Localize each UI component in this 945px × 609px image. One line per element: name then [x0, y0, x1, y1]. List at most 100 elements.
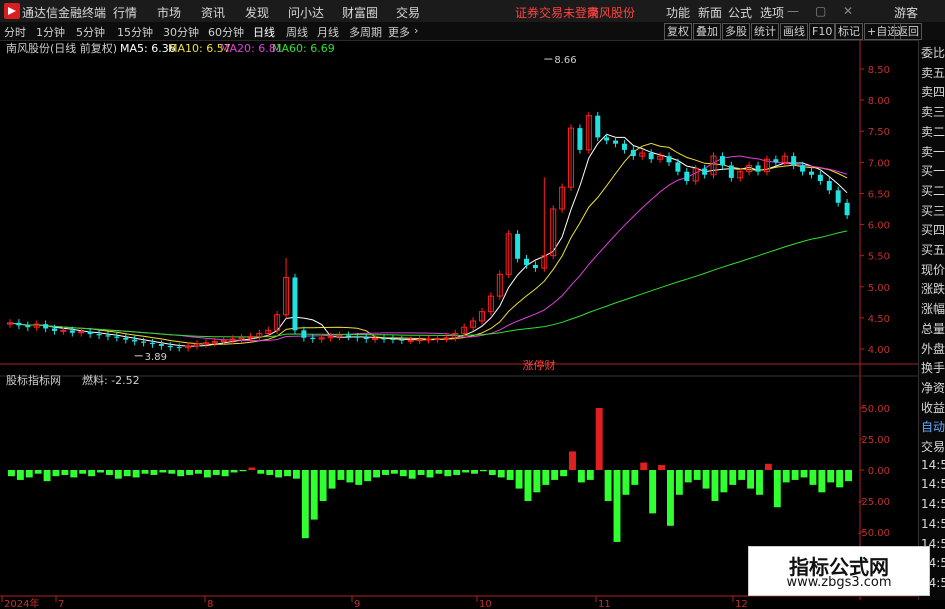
- indicator-bar-neg: [177, 470, 185, 477]
- period-30min[interactable]: 30分钟: [163, 24, 199, 40]
- candle-body-down: [630, 149, 636, 157]
- indicator-bar-neg: [114, 470, 122, 479]
- draw-line-button[interactable]: 画线: [780, 23, 808, 40]
- candle-body-down: [354, 336, 360, 338]
- period-1min[interactable]: 1分钟: [36, 24, 65, 40]
- candle-body-down: [595, 115, 601, 138]
- candle-body-down: [96, 334, 102, 336]
- candle-body-down: [301, 330, 307, 338]
- menu-formula[interactable]: 公式: [728, 4, 752, 21]
- close-icon[interactable]: ✕: [843, 4, 853, 18]
- time-tick-label: 7: [58, 599, 64, 609]
- candle-body-up: [443, 337, 450, 340]
- price-tick-label: 7.00: [868, 158, 890, 169]
- menu-trade[interactable]: 交易: [396, 4, 420, 21]
- candle-body-down: [390, 339, 396, 341]
- chart-area[interactable]: 8.50 8.00 7.50 7.00 6.50 6.00 5.50 5.00 4.50 4.00…: [0, 40, 918, 609]
- menu-wealth-circle[interactable]: 财富圈: [342, 4, 378, 21]
- back-button[interactable]: 返回: [894, 23, 922, 40]
- sidebar-item[interactable]: 自动: [921, 418, 945, 435]
- indicator-bar-neg: [328, 470, 336, 489]
- candle-body-down: [25, 325, 31, 328]
- candle-body-down: [648, 153, 654, 160]
- period-more[interactable]: 更多: [388, 24, 410, 40]
- menu-market-quotes[interactable]: 行情: [113, 4, 137, 21]
- indicator-bar-neg: [239, 470, 247, 472]
- price-tick-label: 6.50: [868, 189, 890, 200]
- sidebar-item: 14:50: [921, 477, 945, 492]
- candle-body-down: [755, 165, 761, 172]
- indicator-bar-neg: [453, 470, 461, 475]
- overlay-button[interactable]: 叠加: [693, 23, 721, 40]
- price-tick-label: 7.50: [868, 127, 890, 138]
- indicator-bar-neg: [123, 470, 131, 477]
- indicator-bar-neg: [613, 470, 621, 542]
- indicator-tick-label: 0.00: [868, 466, 890, 477]
- ma60-label: MA60: 6.69: [272, 42, 335, 55]
- sidebar-item: 净资: [921, 380, 945, 395]
- candle-body-down: [292, 277, 298, 331]
- menu-ask-xiaoda[interactable]: 问小达: [288, 4, 324, 21]
- indicator-bar-pos: [248, 467, 256, 470]
- candle-body-down: [16, 322, 22, 326]
- sidebar-item: 卖五: [921, 65, 945, 80]
- period-60min[interactable]: 60分钟: [208, 24, 244, 40]
- period-multi[interactable]: 多周期: [349, 24, 382, 40]
- candle-body-down: [167, 345, 173, 348]
- indicator-bar-neg: [435, 470, 443, 474]
- candle-body-down: [728, 165, 734, 178]
- price-tick-label: 8.50: [868, 65, 890, 76]
- period-intraday[interactable]: 分时: [4, 24, 26, 40]
- period-monthly[interactable]: 月线: [317, 24, 339, 40]
- high-label: 8.66: [554, 55, 576, 66]
- time-tick-label: 8: [207, 599, 213, 609]
- fuquan-button[interactable]: 复权: [664, 23, 692, 40]
- candle-body-up: [434, 337, 441, 340]
- indicator-bar-neg: [79, 470, 87, 474]
- guest-label[interactable]: 游客: [894, 4, 918, 21]
- f10-button[interactable]: F10: [809, 23, 836, 40]
- period-5min[interactable]: 5分钟: [76, 24, 105, 40]
- time-tick-label: 12: [735, 599, 748, 609]
- statistics-button[interactable]: 统计: [751, 23, 779, 40]
- watermark-url: www.zbgs3.com: [786, 575, 892, 590]
- watermark-box: 指标公式网 www.zbgs3.com: [748, 546, 930, 596]
- menu-news[interactable]: 资讯: [201, 4, 225, 21]
- candle-body-down: [800, 165, 806, 172]
- period-weekly[interactable]: 周线: [286, 24, 308, 40]
- time-tick-label: 10: [479, 599, 492, 609]
- mark-button[interactable]: 标记: [835, 23, 863, 40]
- time-tick-label: 9: [354, 599, 360, 609]
- menu-new-panel[interactable]: 新面: [698, 4, 722, 21]
- menu-discover[interactable]: 发现: [245, 4, 269, 21]
- multi-stock-button[interactable]: 多股: [722, 23, 750, 40]
- period-daily[interactable]: 日线: [253, 24, 275, 40]
- candle-body-down: [149, 342, 155, 345]
- indicator-bar-pos: [595, 408, 603, 470]
- indicator-bar-neg: [382, 470, 389, 475]
- candle-body-up: [416, 339, 423, 342]
- indicator-bar-neg: [497, 470, 505, 478]
- candle-body-down: [613, 140, 619, 144]
- more-chevron-icon[interactable]: ›: [414, 24, 418, 37]
- indicator-bar-neg: [577, 470, 585, 483]
- minimize-icon[interactable]: —: [787, 4, 799, 18]
- period-15min[interactable]: 15分钟: [117, 24, 153, 40]
- time-tick-label: 11: [598, 599, 611, 609]
- low-label: 3.89: [145, 352, 167, 363]
- menu-function[interactable]: 功能: [666, 4, 690, 21]
- candle-body-down: [158, 344, 164, 346]
- stock-name-title: 南风股份: [587, 6, 636, 20]
- indicator-bar-neg: [337, 470, 345, 480]
- candle-body-down: [817, 174, 823, 181]
- sidebar-item[interactable]: 交易: [921, 438, 945, 455]
- indicator-bar-neg: [800, 470, 808, 478]
- menu-market[interactable]: 市场: [157, 4, 181, 21]
- sidebar-item: 买一: [921, 164, 945, 179]
- menu-options[interactable]: 选项: [760, 4, 784, 21]
- sidebar-item: 买三: [921, 203, 945, 218]
- indicator-bar-neg: [845, 470, 852, 482]
- candle-body-down: [87, 331, 93, 335]
- indicator-bar-neg: [159, 470, 167, 473]
- restore-icon[interactable]: ▢: [815, 4, 826, 18]
